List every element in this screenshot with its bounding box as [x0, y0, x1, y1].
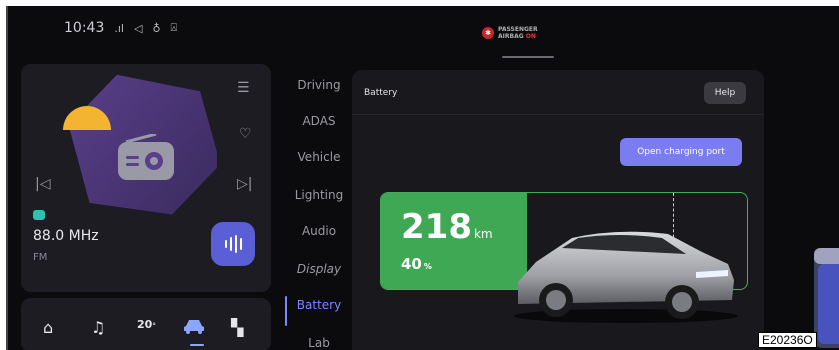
clock: 10:43: [64, 20, 105, 36]
nav-lab[interactable]: Lab: [286, 336, 352, 350]
airbag-icon: ✱: [482, 27, 494, 39]
nav-battery[interactable]: Battery: [286, 298, 352, 312]
temperature-value: 20: [137, 318, 153, 331]
signal-icon: .ıl: [114, 21, 124, 35]
panel-title: Battery: [364, 88, 398, 98]
equalizer-button[interactable]: [211, 222, 255, 266]
open-charging-port-button[interactable]: Open charging port: [620, 138, 742, 166]
radio-band: FM: [33, 252, 48, 263]
charge-readout: 40%: [401, 255, 432, 273]
airbag-state: ON: [525, 33, 536, 40]
infotainment-screen: 10:43 .ıl ◁ ♁ ⍓ ✱ PASSENGER AIRBAG ON ☰ …: [6, 6, 839, 350]
reference-code: E20236O: [758, 332, 817, 348]
media-card[interactable]: ☰ ♡ |◁ ▷| 88.0 MHz FM: [21, 64, 271, 292]
next-icon[interactable]: ▷|: [237, 176, 252, 192]
radio-frequency: 88.0 MHz: [33, 228, 99, 244]
nav-display[interactable]: Display: [286, 262, 352, 276]
previous-icon[interactable]: |◁: [35, 176, 50, 192]
charge-percent: 40: [401, 255, 422, 273]
microphone-icon: ♁: [152, 21, 161, 35]
airbag-line1: PASSENGER: [498, 26, 538, 33]
panel-header: Battery Help: [352, 70, 764, 115]
music-icon[interactable]: ♫: [91, 318, 105, 337]
sun-shape: [63, 106, 111, 130]
nav-active-indicator: [285, 296, 287, 326]
range-unit: km: [473, 227, 493, 241]
temperature-control[interactable]: 20°: [137, 318, 156, 331]
navigation-icon: ◁: [133, 21, 143, 35]
nav-lighting[interactable]: Lighting: [286, 188, 352, 202]
nav-vehicle[interactable]: Vehicle: [286, 150, 352, 164]
lock-icon: ⍓: [170, 21, 178, 34]
status-bar: 10:43 .ıl ◁ ♁ ⍓: [64, 20, 177, 36]
airbag-line2: AIRBAG: [498, 33, 524, 40]
nav-adas[interactable]: ADAS: [286, 114, 352, 128]
apps-icon[interactable]: ▚: [231, 318, 243, 337]
help-button[interactable]: Help: [704, 82, 746, 104]
range-readout: 218 km: [401, 207, 493, 247]
charge-percent-unit: %: [423, 262, 432, 271]
queue-icon[interactable]: ☰: [237, 80, 250, 96]
home-icon[interactable]: ⌂: [43, 318, 53, 337]
car-icon[interactable]: [183, 318, 205, 334]
passenger-airbag-indicator: ✱ PASSENGER AIRBAG ON: [482, 26, 538, 40]
nav-driving[interactable]: Driving: [286, 78, 352, 92]
vehicle-image: [514, 231, 738, 323]
radio-icon: [118, 134, 174, 180]
radio-source-icon: [33, 210, 45, 220]
nav-audio[interactable]: Audio: [286, 224, 352, 238]
equalizer-icon: [224, 240, 227, 248]
heart-icon[interactable]: ♡: [239, 126, 252, 142]
active-indicator: [190, 344, 204, 346]
battery-panel: Battery Help Open charging port 218 km 40…: [352, 70, 764, 350]
drag-handle[interactable]: [502, 56, 554, 58]
bottom-dock: ⌂ ♫ 20° ▚: [21, 298, 271, 350]
range-value: 218: [401, 207, 472, 247]
